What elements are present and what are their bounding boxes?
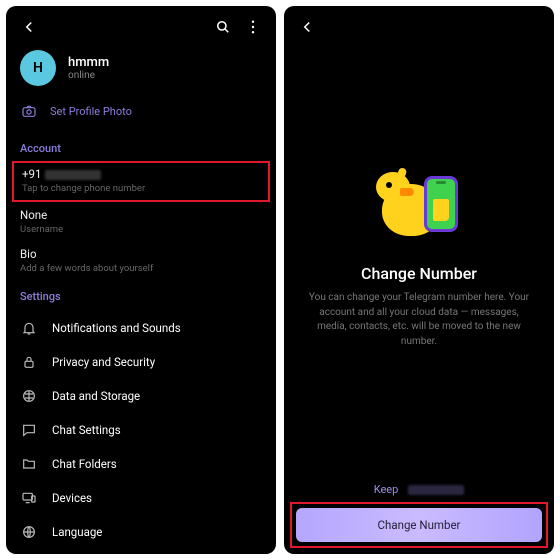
settings-item-devices[interactable]: Devices bbox=[6, 481, 276, 515]
settings-label-text: Notifications and Sounds bbox=[52, 321, 181, 335]
globe-icon bbox=[20, 523, 38, 541]
username-value: None bbox=[20, 208, 262, 222]
change-number-button[interactable]: Change Number bbox=[296, 508, 542, 542]
phone-sub: Tap to change phone number bbox=[22, 183, 260, 194]
back-icon[interactable] bbox=[296, 16, 318, 38]
topbar bbox=[6, 6, 276, 44]
bell-icon bbox=[20, 319, 38, 337]
phone-number-row[interactable]: +91 Tap to change phone number bbox=[12, 161, 270, 202]
settings-label-text: Devices bbox=[52, 491, 92, 505]
settings-list: Notifications and Sounds Privacy and Sec… bbox=[6, 309, 276, 549]
settings-item-notifications[interactable]: Notifications and Sounds bbox=[6, 311, 276, 345]
settings-label-text: Chat Settings bbox=[52, 423, 121, 437]
settings-item-privacy[interactable]: Privacy and Security bbox=[6, 345, 276, 379]
keep-label: Keep bbox=[374, 483, 399, 496]
set-profile-photo-label: Set Profile Photo bbox=[50, 105, 132, 118]
settings-label-text: Privacy and Security bbox=[52, 355, 155, 369]
settings-item-folders[interactable]: Chat Folders bbox=[6, 447, 276, 481]
bio-row[interactable]: Bio Add a few words about yourself bbox=[6, 243, 276, 282]
username-row[interactable]: None Username bbox=[6, 204, 276, 243]
settings-item-data[interactable]: Data and Storage bbox=[6, 379, 276, 413]
profile-name: hmmm bbox=[68, 55, 109, 70]
data-icon bbox=[20, 387, 38, 405]
more-icon[interactable] bbox=[242, 16, 264, 38]
bio-value: Bio bbox=[20, 247, 262, 261]
settings-item-language[interactable]: Language bbox=[6, 515, 276, 549]
chat-icon bbox=[20, 421, 38, 439]
topbar bbox=[284, 6, 554, 44]
settings-label-text: Data and Storage bbox=[52, 389, 140, 403]
phone-redacted bbox=[45, 170, 101, 180]
change-number-button-wrap: Change Number bbox=[290, 502, 548, 548]
avatar[interactable]: H bbox=[20, 50, 56, 86]
keep-redacted bbox=[408, 485, 464, 495]
phone-prefix: +91 bbox=[22, 167, 41, 181]
profile-header: H hmmm online bbox=[6, 44, 276, 96]
bio-sub: Add a few words about yourself bbox=[20, 263, 262, 274]
camera-icon bbox=[20, 102, 38, 120]
devices-icon bbox=[20, 489, 38, 507]
back-icon[interactable] bbox=[18, 16, 40, 38]
set-profile-photo[interactable]: Set Profile Photo bbox=[6, 96, 276, 134]
folder-icon bbox=[20, 455, 38, 473]
lock-icon bbox=[20, 353, 38, 371]
settings-label-text: Chat Folders bbox=[52, 457, 117, 471]
profile-status: online bbox=[68, 70, 109, 81]
change-number-title: Change Number bbox=[361, 264, 477, 283]
account-section-label: Account bbox=[6, 134, 276, 161]
settings-screen: H hmmm online Set Profile Photo Account … bbox=[6, 6, 276, 554]
change-number-screen: Change Number You can change your Telegr… bbox=[284, 6, 554, 554]
search-icon[interactable] bbox=[212, 16, 234, 38]
settings-section-label: Settings bbox=[6, 282, 276, 309]
change-number-desc: You can change your Telegram number here… bbox=[304, 291, 534, 349]
username-sub: Username bbox=[20, 224, 262, 235]
keep-number-link[interactable]: Keep bbox=[284, 475, 554, 502]
settings-item-chat[interactable]: Chat Settings bbox=[6, 413, 276, 447]
settings-label-text: Language bbox=[52, 525, 102, 539]
change-number-content: Change Number You can change your Telegr… bbox=[284, 44, 554, 475]
duck-phone-illustration bbox=[374, 170, 464, 246]
